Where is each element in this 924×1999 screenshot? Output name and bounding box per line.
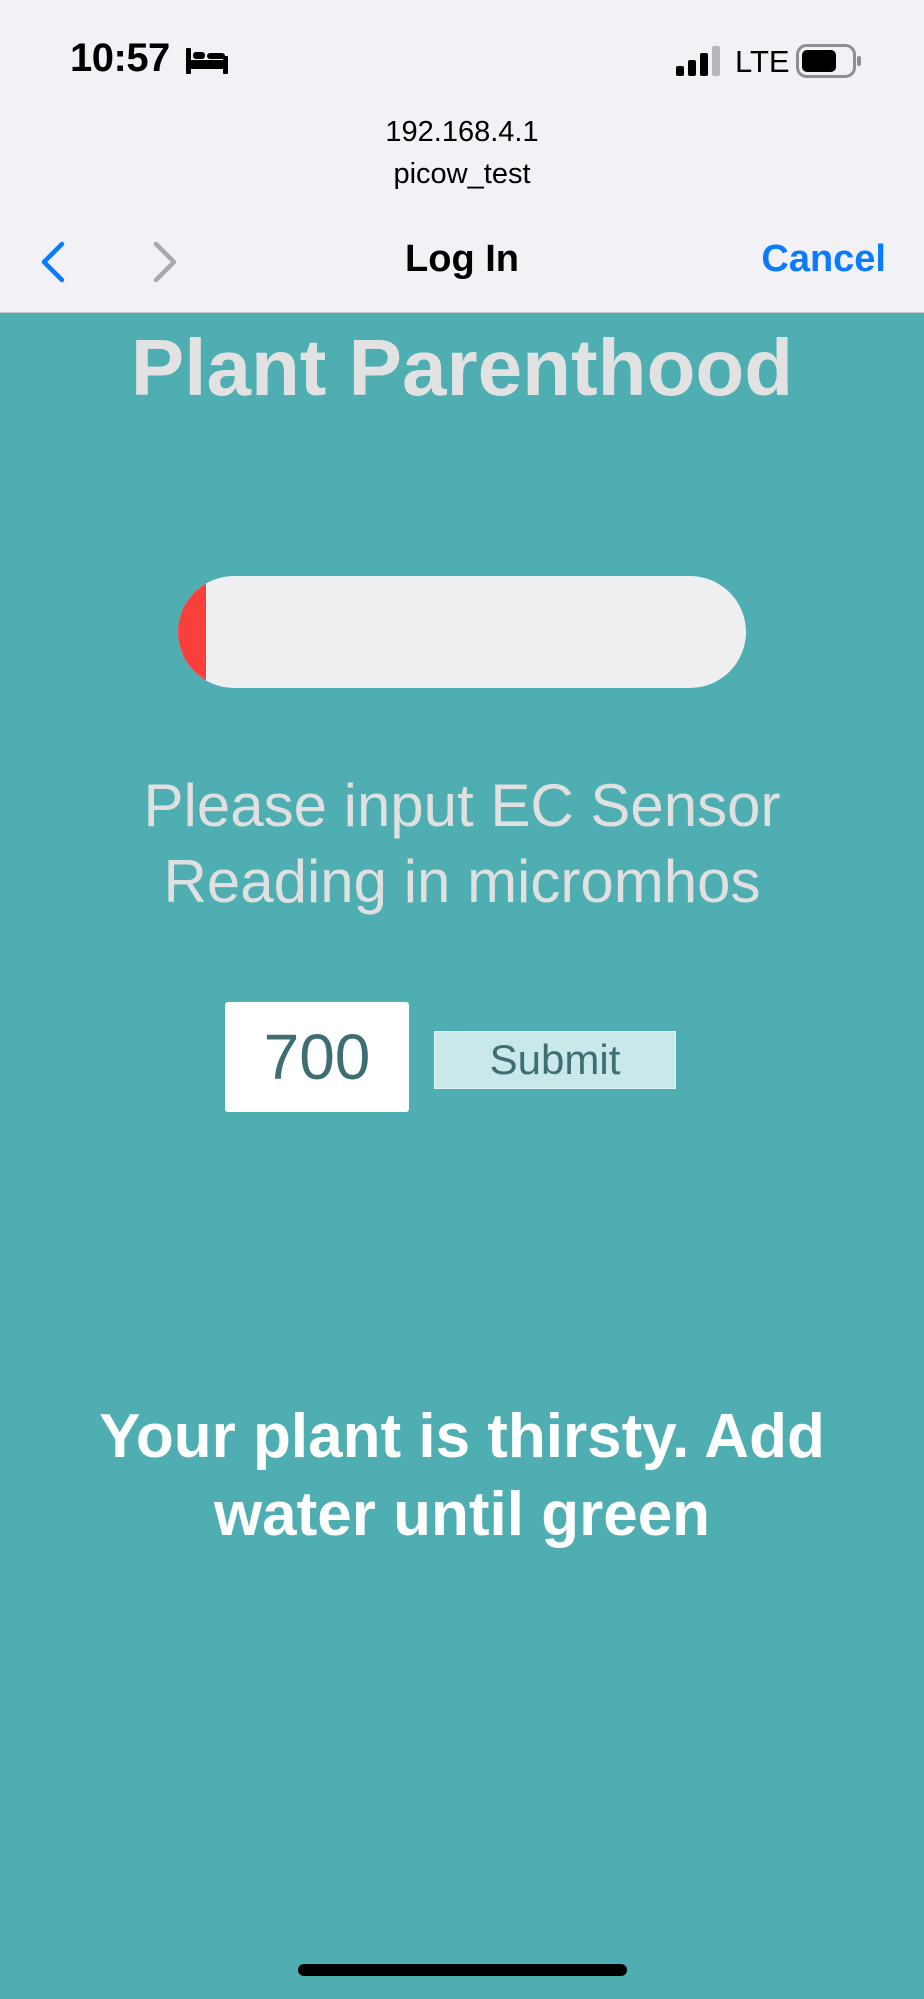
page-title: Plant Parenthood: [130, 323, 794, 412]
input-prompt: Please input EC Sensor Reading in microm…: [143, 772, 781, 915]
bed-icon: [186, 48, 228, 74]
forward-button[interactable]: [140, 236, 190, 288]
status-message: Your plant is thirsty. Add water until g…: [99, 1402, 825, 1549]
signal-icon: [676, 46, 720, 76]
back-button[interactable]: [30, 236, 80, 288]
moisture-meter: [178, 576, 746, 688]
status-bar: 10:57 LTE: [0, 0, 924, 110]
submit-button[interactable]: Submit: [434, 1031, 676, 1089]
clock: 10:57: [70, 36, 170, 80]
ec-reading-input[interactable]: [225, 1002, 409, 1112]
battery-icon: [796, 44, 861, 78]
navigation-bar: Log In Cancel: [0, 230, 924, 294]
home-indicator[interactable]: [298, 1964, 627, 1976]
meter-fill: [178, 576, 207, 688]
chevron-left-icon: [41, 241, 65, 283]
url-host: 192.168.4.1: [385, 116, 539, 148]
chevron-right-icon: [153, 241, 177, 283]
cancel-button[interactable]: Cancel: [761, 238, 886, 281]
browser-chrome: 10:57 LTE 192.168.4.1 picow_test Log In …: [0, 0, 924, 313]
network-name: picow_test: [393, 158, 531, 190]
network-type: LTE: [735, 44, 790, 79]
